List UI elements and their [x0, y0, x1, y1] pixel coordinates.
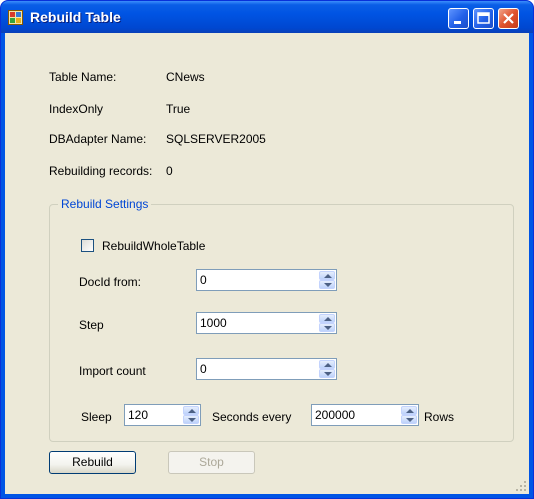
- import-count-spin-buttons: [319, 360, 335, 378]
- sleep-spin-buttons: [183, 406, 199, 424]
- rebuild-settings-group: Rebuild Settings RebuildWholeTable DocId…: [49, 197, 514, 442]
- step-spin-buttons: [319, 314, 335, 332]
- rows-up-button[interactable]: [401, 406, 417, 415]
- minimize-button[interactable]: [448, 8, 469, 29]
- rebuild-settings-title: Rebuild Settings: [58, 197, 152, 211]
- title-bar[interactable]: Rebuild Table: [1, 1, 533, 33]
- sleep-value[interactable]: 120: [128, 408, 148, 422]
- minimize-icon: [454, 21, 461, 24]
- sleep-stepper[interactable]: 120: [124, 404, 201, 426]
- resize-grip-icon[interactable]: [515, 480, 527, 492]
- step-value[interactable]: 1000: [200, 316, 227, 330]
- rows-stepper[interactable]: 200000: [311, 404, 419, 426]
- docid-from-down-button[interactable]: [319, 280, 335, 289]
- index-only-value: True: [166, 102, 191, 116]
- import-count-stepper[interactable]: 0: [196, 358, 337, 380]
- app-table-icon: [8, 10, 23, 25]
- chevron-up-icon: [324, 363, 332, 367]
- chevron-down-icon: [324, 326, 332, 330]
- rebuild-button[interactable]: Rebuild: [49, 451, 136, 474]
- rows-down-button[interactable]: [401, 415, 417, 424]
- table-name-label: Table Name:: [49, 70, 117, 84]
- rebuild-whole-table-label[interactable]: RebuildWholeTable: [102, 239, 205, 253]
- docid-from-stepper[interactable]: 0: [196, 269, 337, 291]
- docid-from-up-button[interactable]: [319, 271, 335, 280]
- chevron-down-icon: [406, 418, 414, 422]
- import-count-value[interactable]: 0: [200, 362, 207, 376]
- rows-value[interactable]: 200000: [315, 408, 355, 422]
- chevron-up-icon: [324, 317, 332, 321]
- chevron-down-icon: [324, 372, 332, 376]
- rebuilding-records-label: Rebuilding records:: [49, 164, 153, 178]
- step-up-button[interactable]: [319, 314, 335, 323]
- maximize-button[interactable]: [473, 8, 494, 29]
- seconds-every-label: Seconds every: [212, 410, 292, 424]
- step-label: Step: [79, 318, 104, 332]
- step-down-button[interactable]: [319, 323, 335, 332]
- stop-button[interactable]: Stop: [168, 451, 255, 474]
- chevron-up-icon: [324, 274, 332, 278]
- table-name-value: CNews: [166, 70, 205, 84]
- step-stepper[interactable]: 1000: [196, 312, 337, 334]
- import-count-label: Import count: [79, 364, 146, 378]
- dialog-client-area: Table Name: CNews IndexOnly True DBAdapt…: [5, 33, 529, 494]
- close-button[interactable]: [498, 8, 519, 29]
- import-count-down-button[interactable]: [319, 369, 335, 378]
- close-icon: [503, 13, 514, 24]
- docid-from-value[interactable]: 0: [200, 273, 207, 287]
- dbadapter-label: DBAdapter Name:: [49, 132, 147, 146]
- dbadapter-value: SQLSERVER2005: [166, 132, 266, 146]
- index-only-label: IndexOnly: [49, 102, 104, 116]
- sleep-label: Sleep: [81, 410, 112, 424]
- chevron-down-icon: [324, 283, 332, 287]
- rebuild-whole-table-checkbox[interactable]: [81, 239, 94, 252]
- import-count-up-button[interactable]: [319, 360, 335, 369]
- chevron-up-icon: [188, 409, 196, 413]
- rows-label: Rows: [424, 410, 455, 424]
- rebuilding-records-value: 0: [166, 164, 173, 178]
- sleep-down-button[interactable]: [183, 415, 199, 424]
- rebuild-table-window: Rebuild Table Table Name: CNews IndexOnl…: [0, 0, 534, 499]
- window-title: Rebuild Table: [30, 9, 121, 25]
- maximize-icon: [477, 12, 490, 24]
- sleep-up-button[interactable]: [183, 406, 199, 415]
- docid-from-spin-buttons: [319, 271, 335, 289]
- rows-spin-buttons: [401, 406, 417, 424]
- docid-from-label: DocId from:: [79, 275, 142, 289]
- chevron-down-icon: [188, 418, 196, 422]
- chevron-up-icon: [406, 409, 414, 413]
